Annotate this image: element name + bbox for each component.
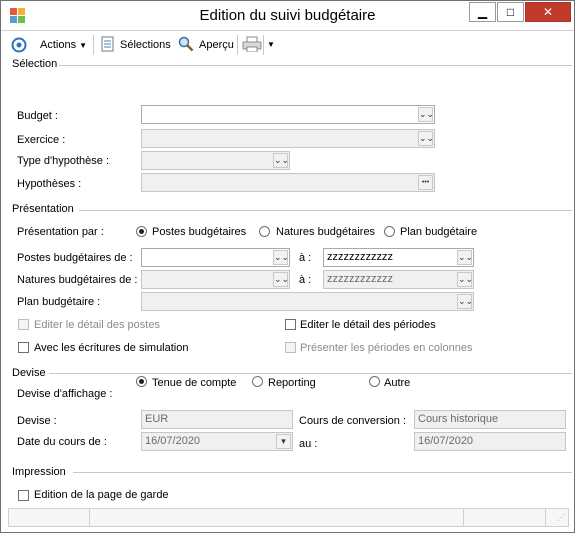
magnifier-icon [178,36,194,52]
radio-reporting[interactable] [252,376,263,387]
cours-conversion-label: Cours de conversion : [299,415,406,427]
close-button[interactable]: ✕ [525,2,571,22]
natures-a-label: à : [299,274,312,286]
budget-label: Budget : [17,110,58,122]
date-cours-label: Date du cours de : [17,436,107,448]
checkbox-simulation[interactable] [18,342,29,353]
radio-plan-label[interactable]: Plan budgétaire [400,226,477,238]
checkbox-detail-postes[interactable] [18,319,29,330]
radio-postes-budgetaires[interactable] [136,226,147,237]
toolbar: Actions ▼ Sélections Aperçu ▼ [1,32,574,57]
chevron-double-down-icon[interactable]: ⌄⌄ [457,272,473,287]
document-icon [101,36,114,52]
page-garde-label[interactable]: Edition de la page de garde [34,489,169,501]
plan-budgetaire-combo[interactable]: ⌄⌄ [141,292,474,311]
au-label: au : [299,438,318,450]
detail-periodes-label[interactable]: Editer le détail des périodes [300,319,436,331]
postes-to-combo[interactable]: zzzzzzzzzzzz ⌄⌄ [323,248,474,267]
hypotheses-field[interactable]: ••• [141,173,435,192]
natures-to-value: zzzzzzzzzzzz [327,273,393,285]
exercice-combo[interactable]: ⌄⌄ [141,129,435,148]
radio-plan-budgetaire[interactable] [384,226,395,237]
apercu-button[interactable]: Aperçu [199,37,234,53]
type-hypothese-combo[interactable]: ⌄⌄ [141,151,290,170]
cours-conversion-field[interactable]: Cours historique [414,410,566,429]
presentation-par-label: Présentation par : [17,226,104,238]
date-cours-field[interactable]: 16/07/2020 ▾ [141,432,293,451]
date-cours-value: 16/07/2020 [145,435,201,447]
checkbox-page-garde[interactable] [18,490,29,501]
resize-grip-icon[interactable]: ⋰ [557,513,565,522]
hypotheses-label: Hypothèses : [17,178,82,190]
section-selection-title: Sélection [12,58,58,70]
caret-down-icon: ▼ [79,41,88,50]
postes-de-label: Postes budgétaires de : [17,252,133,264]
title-bar: Edition du suivi budgétaire ▁ □ ✕ [1,1,574,31]
print-dropdown-icon[interactable]: ▼ [267,37,275,53]
circle-target-icon[interactable] [11,37,27,53]
devise-field[interactable]: EUR [141,410,293,429]
natures-de-label: Natures budgétaires de : [17,274,138,286]
radio-tenue-de-compte[interactable] [136,376,147,387]
maximize-button[interactable]: □ [497,2,524,22]
periodes-colonnes-label[interactable]: Présenter les périodes en colonnes [300,342,472,354]
radio-autre-label[interactable]: Autre [384,377,410,389]
exercice-label: Exercice : [17,134,66,146]
chevron-down-icon[interactable]: ▾ [276,434,291,449]
section-impression-title: Impression [12,466,66,478]
radio-natures-budgetaires[interactable] [259,226,270,237]
simulation-label[interactable]: Avec les écritures de simulation [34,342,188,354]
devise-value: EUR [145,413,169,425]
section-devise-title: Devise [12,367,46,379]
radio-reporting-label[interactable]: Reporting [268,377,316,389]
chevron-double-down-icon[interactable]: ⌄⌄ [457,294,473,309]
ellipsis-icon[interactable]: ••• [418,175,433,190]
edition-suivi-budgetaire-window: Edition du suivi budgétaire ▁ □ ✕ Action… [0,0,575,533]
postes-from-combo[interactable]: ⌄⌄ [141,248,290,267]
actions-menu[interactable]: Actions ▼ [40,37,87,53]
chevron-double-down-icon[interactable]: ⌄⌄ [273,272,289,287]
radio-tenue-label[interactable]: Tenue de compte [152,377,236,389]
chevron-double-down-icon[interactable]: ⌄⌄ [457,250,473,265]
plan-budgetaire-label: Plan budgétaire : [17,296,101,308]
chevron-double-down-icon[interactable]: ⌄⌄ [418,107,434,122]
radio-postes-label[interactable]: Postes budgétaires [152,226,246,238]
status-cell [90,509,464,526]
au-date-value: 16/07/2020 [418,435,474,447]
section-presentation-title: Présentation [12,203,74,215]
postes-a-label: à : [299,252,312,264]
natures-from-combo[interactable]: ⌄⌄ [141,270,290,289]
chevron-double-down-icon[interactable]: ⌄⌄ [273,250,289,265]
status-cell [464,509,546,526]
checkbox-periodes-colonnes[interactable] [285,342,296,353]
printer-icon[interactable] [242,36,262,52]
status-cell [9,509,90,526]
chevron-double-down-icon[interactable]: ⌄⌄ [273,153,289,168]
cours-conversion-value: Cours historique [418,413,499,425]
natures-to-combo[interactable]: zzzzzzzzzzzz ⌄⌄ [323,270,474,289]
status-bar: ⋰ [8,508,569,527]
checkbox-detail-periodes[interactable] [285,319,296,330]
detail-postes-label[interactable]: Editer le détail des postes [34,319,160,331]
type-hypothese-label: Type d'hypothèse : [17,155,109,167]
actions-label: Actions [40,39,77,51]
budget-combo[interactable]: ⌄⌄ [141,105,435,124]
radio-natures-label[interactable]: Natures budgétaires [276,226,375,238]
devise-affichage-label: Devise d'affichage : [17,388,113,400]
chevron-double-down-icon[interactable]: ⌄⌄ [418,131,434,146]
minimize-button[interactable]: ▁ [469,2,496,22]
au-date-field[interactable]: 16/07/2020 [414,432,566,451]
radio-autre[interactable] [369,376,380,387]
selections-button[interactable]: Sélections [120,37,171,53]
devise-label: Devise : [17,415,57,427]
postes-to-value: zzzzzzzzzzzz [327,251,393,263]
